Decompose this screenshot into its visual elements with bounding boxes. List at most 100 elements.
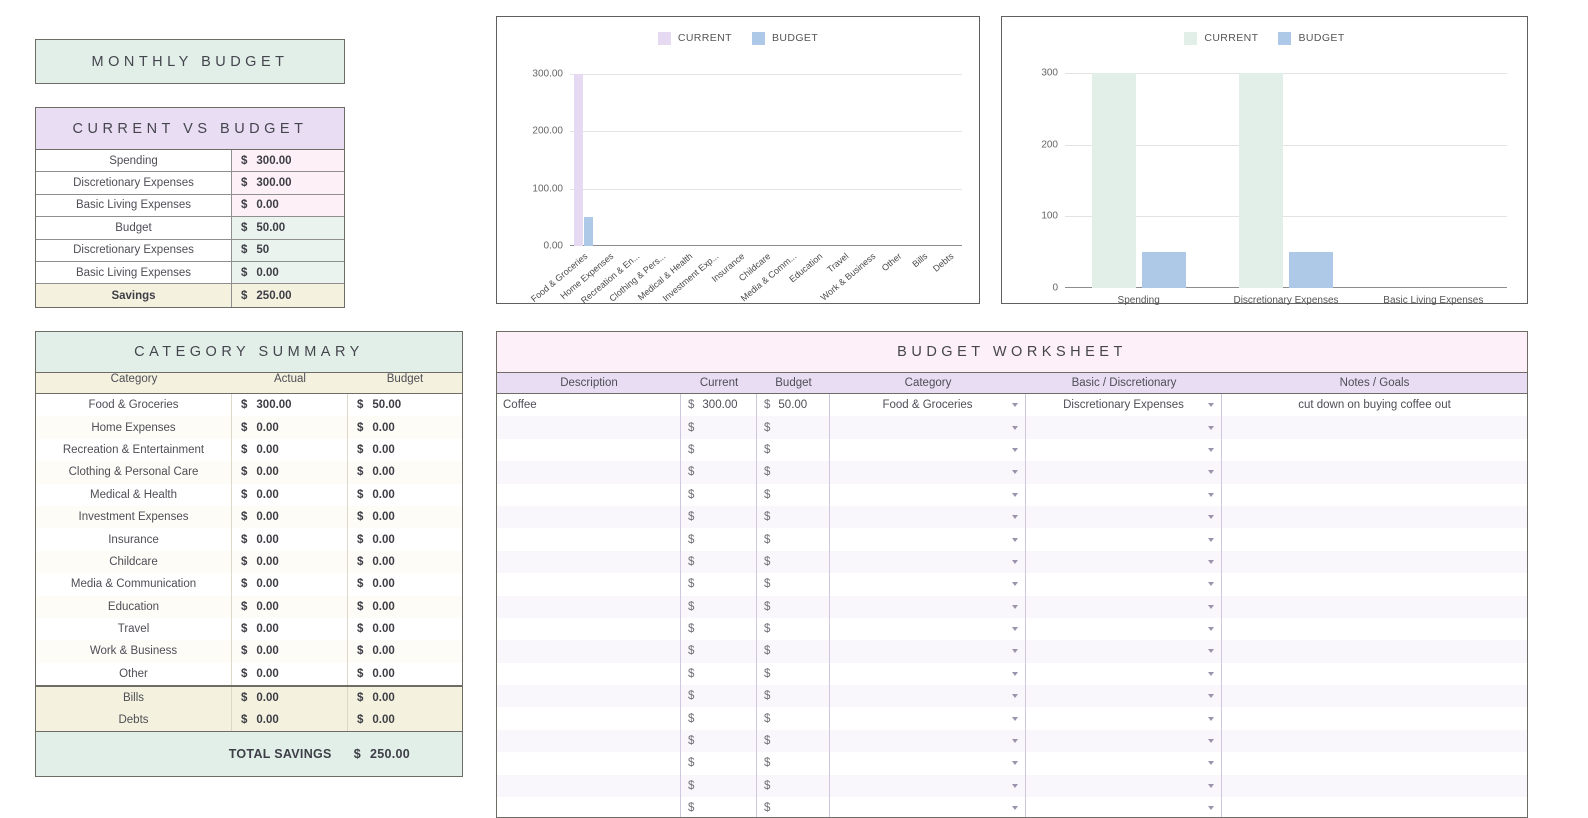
- description-cell[interactable]: [497, 662, 681, 686]
- category-dropdown[interactable]: [830, 685, 1026, 708]
- basic-discretionary-dropdown[interactable]: [1026, 662, 1222, 686]
- table-row[interactable]: $ $: [497, 752, 1527, 775]
- table-row[interactable]: $ $: [497, 595, 1527, 618]
- category-dropdown[interactable]: [830, 528, 1026, 551]
- current-cell[interactable]: $: [681, 797, 757, 817]
- table-row[interactable]: $ $: [497, 573, 1527, 596]
- category-dropdown[interactable]: Food & Groceries: [830, 394, 1026, 417]
- description-cell[interactable]: [497, 416, 681, 439]
- budget-cell[interactable]: $: [757, 416, 830, 439]
- chevron-down-icon[interactable]: [1208, 447, 1214, 452]
- category-dropdown[interactable]: [830, 640, 1026, 663]
- table-row[interactable]: $ $: [497, 640, 1527, 663]
- budget-cell[interactable]: $50.00: [757, 394, 830, 417]
- table-row[interactable]: $ $: [497, 707, 1527, 730]
- category-dropdown[interactable]: [830, 774, 1026, 798]
- notes-cell[interactable]: [1222, 416, 1527, 438]
- chevron-down-icon[interactable]: [1208, 582, 1214, 587]
- chevron-down-icon[interactable]: [1208, 671, 1214, 676]
- current-cell[interactable]: $: [681, 595, 757, 618]
- notes-cell[interactable]: [1222, 439, 1527, 461]
- basic-discretionary-dropdown[interactable]: [1026, 483, 1222, 506]
- chevron-down-icon[interactable]: [1208, 515, 1214, 520]
- chevron-down-icon[interactable]: [1012, 604, 1018, 609]
- current-cell[interactable]: $: [681, 707, 757, 730]
- chevron-down-icon[interactable]: [1012, 806, 1018, 811]
- notes-cell[interactable]: [1222, 775, 1527, 797]
- chevron-down-icon[interactable]: [1208, 649, 1214, 654]
- notes-cell[interactable]: [1222, 685, 1527, 707]
- budget-cell[interactable]: $: [757, 617, 830, 641]
- current-cell[interactable]: $: [681, 416, 757, 439]
- description-cell[interactable]: [497, 438, 681, 462]
- current-cell[interactable]: $: [681, 528, 757, 551]
- chevron-down-icon[interactable]: [1012, 627, 1018, 632]
- category-dropdown[interactable]: [830, 595, 1026, 618]
- basic-discretionary-dropdown[interactable]: [1026, 752, 1222, 775]
- table-row[interactable]: $ $: [497, 617, 1527, 641]
- description-cell[interactable]: [497, 640, 681, 663]
- budget-cell[interactable]: $: [757, 461, 830, 484]
- table-row[interactable]: Coffee $300.00 $50.00 Food & Groceries Discr…: [497, 394, 1527, 417]
- current-cell[interactable]: $: [681, 752, 757, 775]
- chevron-down-icon[interactable]: [1208, 604, 1214, 609]
- notes-cell[interactable]: [1222, 573, 1527, 595]
- current-cell[interactable]: $: [681, 640, 757, 663]
- basic-discretionary-dropdown[interactable]: [1026, 416, 1222, 439]
- category-dropdown[interactable]: [830, 707, 1026, 730]
- chevron-down-icon[interactable]: [1208, 739, 1214, 744]
- basic-discretionary-dropdown[interactable]: [1026, 528, 1222, 551]
- chevron-down-icon[interactable]: [1208, 537, 1214, 542]
- notes-cell[interactable]: [1222, 797, 1527, 817]
- description-cell[interactable]: [497, 774, 681, 798]
- basic-discretionary-dropdown[interactable]: [1026, 640, 1222, 663]
- category-dropdown[interactable]: [830, 797, 1026, 817]
- notes-cell[interactable]: [1222, 528, 1527, 550]
- chevron-down-icon[interactable]: [1012, 649, 1018, 654]
- budget-cell[interactable]: $: [757, 752, 830, 775]
- current-cell[interactable]: $: [681, 729, 757, 753]
- current-cell[interactable]: $: [681, 550, 757, 574]
- chevron-down-icon[interactable]: [1012, 403, 1018, 408]
- description-cell[interactable]: [497, 707, 681, 730]
- chevron-down-icon[interactable]: [1208, 470, 1214, 475]
- chevron-down-icon[interactable]: [1012, 783, 1018, 788]
- basic-discretionary-dropdown[interactable]: [1026, 573, 1222, 596]
- notes-cell[interactable]: [1222, 506, 1527, 528]
- basic-discretionary-dropdown[interactable]: [1026, 774, 1222, 798]
- current-cell[interactable]: $: [681, 662, 757, 686]
- table-row[interactable]: $ $: [497, 505, 1527, 529]
- chevron-down-icon[interactable]: [1012, 559, 1018, 564]
- notes-cell[interactable]: [1222, 461, 1527, 483]
- category-dropdown[interactable]: [830, 729, 1026, 753]
- table-row[interactable]: $ $: [497, 774, 1527, 798]
- category-dropdown[interactable]: [830, 617, 1026, 641]
- chevron-down-icon[interactable]: [1012, 716, 1018, 721]
- notes-cell[interactable]: [1222, 707, 1527, 729]
- description-cell[interactable]: [497, 528, 681, 551]
- budget-cell[interactable]: $: [757, 774, 830, 798]
- basic-discretionary-dropdown[interactable]: [1026, 461, 1222, 484]
- table-row[interactable]: $ $: [497, 528, 1527, 551]
- table-row[interactable]: $ $: [497, 797, 1527, 817]
- description-cell[interactable]: [497, 461, 681, 484]
- basic-discretionary-dropdown[interactable]: [1026, 550, 1222, 574]
- chevron-down-icon[interactable]: [1012, 694, 1018, 699]
- chevron-down-icon[interactable]: [1208, 783, 1214, 788]
- current-cell[interactable]: $: [681, 774, 757, 798]
- category-dropdown[interactable]: [830, 550, 1026, 574]
- budget-cell[interactable]: $: [757, 729, 830, 753]
- budget-cell[interactable]: $: [757, 573, 830, 596]
- basic-discretionary-dropdown[interactable]: [1026, 438, 1222, 462]
- basic-discretionary-dropdown[interactable]: [1026, 797, 1222, 817]
- notes-cell[interactable]: [1222, 484, 1527, 506]
- description-cell[interactable]: [497, 617, 681, 641]
- chevron-down-icon[interactable]: [1012, 470, 1018, 475]
- chevron-down-icon[interactable]: [1012, 515, 1018, 520]
- notes-cell[interactable]: [1222, 596, 1527, 618]
- budget-cell[interactable]: $: [757, 505, 830, 529]
- description-cell[interactable]: [497, 483, 681, 506]
- category-dropdown[interactable]: [830, 438, 1026, 462]
- table-row[interactable]: $ $: [497, 483, 1527, 506]
- basic-discretionary-dropdown[interactable]: Discretionary Expenses: [1026, 394, 1222, 417]
